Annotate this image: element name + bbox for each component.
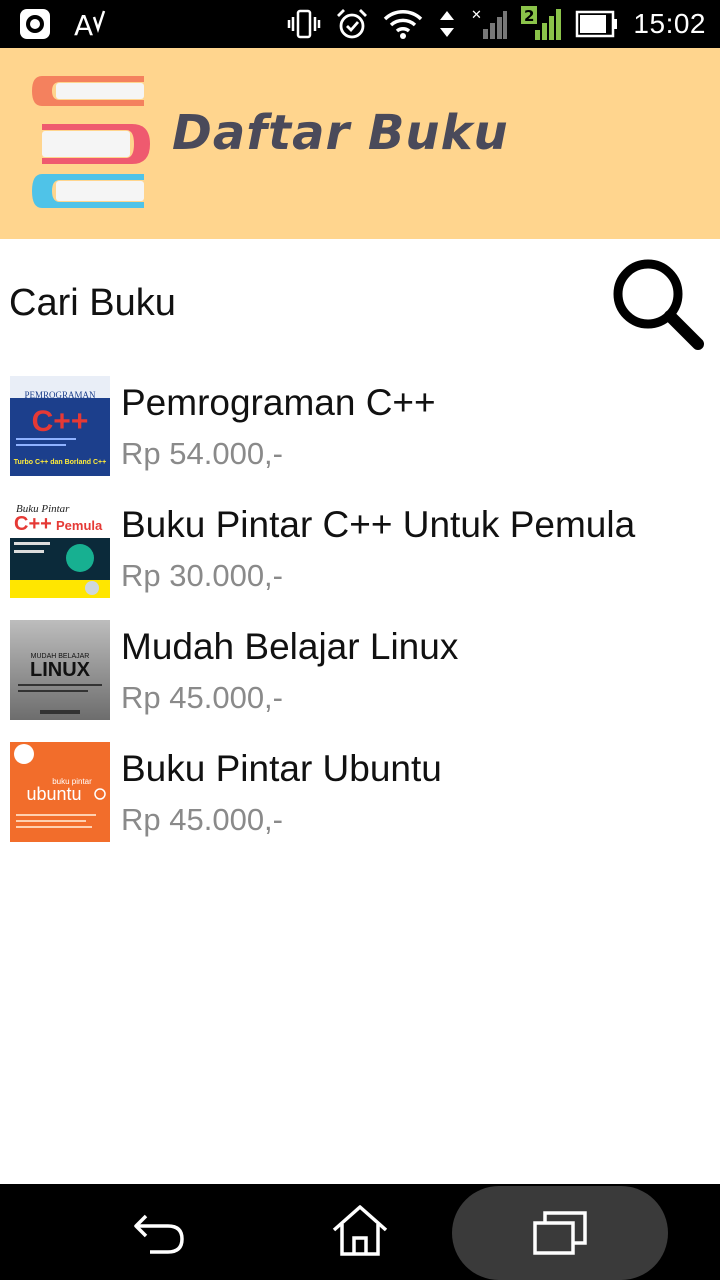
- signal-sim2-icon: 2: [521, 6, 562, 40]
- svg-text:C++: C++: [32, 405, 89, 438]
- svg-text:LINUX: LINUX: [30, 659, 91, 681]
- svg-text:Turbo C++ dan Borland C++: Turbo C++ dan Borland C++: [14, 459, 106, 466]
- svg-text:Pemula: Pemula: [56, 518, 103, 533]
- search-row[interactable]: Cari Buku: [0, 240, 720, 364]
- book-cover-image: MUDAH BELAJAR LINUX: [10, 620, 110, 720]
- book-cover-image: PEMROGRAMAN C++ Turbo C++ dan Borland C+…: [10, 376, 110, 476]
- wifi-icon: [384, 10, 423, 39]
- search-icon[interactable]: [610, 258, 706, 354]
- screen-record-icon: [20, 9, 50, 39]
- book-price: Rp 45.000,-: [121, 680, 283, 715]
- data-arrows-icon: [440, 11, 455, 37]
- alarm-icon: [337, 9, 368, 39]
- book-title: Buku Pintar Ubuntu: [121, 748, 442, 789]
- book-list-item[interactable]: buku pintar ubuntu Buku Pintar Ubuntu Rp…: [0, 730, 720, 852]
- book-title: Mudah Belajar Linux: [121, 626, 459, 667]
- book-list-item[interactable]: Buku Pintar C++ Pemula Buku Pintar C++ U…: [0, 486, 720, 608]
- svg-text:A: A: [74, 9, 93, 41]
- svg-text:2: 2: [524, 7, 534, 25]
- book-price: Rp 30.000,-: [121, 558, 283, 593]
- book-list-item[interactable]: MUDAH BELAJAR LINUX Mudah Belajar Linux …: [0, 608, 720, 730]
- svg-text:ubuntu: ubuntu: [26, 784, 81, 804]
- book-cover-image: buku pintar ubuntu: [10, 742, 110, 842]
- svg-text:PEMROGRAMAN: PEMROGRAMAN: [24, 390, 96, 400]
- text-spell-icon: A: [74, 9, 106, 41]
- book-title: Pemrograman C++: [121, 382, 436, 423]
- book-list-item[interactable]: PEMROGRAMAN C++ Turbo C++ dan Borland C+…: [0, 364, 720, 486]
- book-list: PEMROGRAMAN C++ Turbo C++ dan Borland C+…: [0, 364, 720, 852]
- svg-text:✕: ✕: [471, 8, 482, 23]
- status-time: 15:02: [633, 8, 706, 39]
- book-title: Buku Pintar C++ Untuk Pemula: [121, 504, 636, 545]
- search-label: Cari Buku: [9, 282, 176, 324]
- books-stack-logo-icon: [32, 76, 150, 208]
- signal-sim1-icon: ✕: [471, 8, 508, 39]
- battery-icon: [576, 10, 618, 38]
- book-price: Rp 45.000,-: [121, 802, 283, 837]
- recents-icon[interactable]: [532, 1210, 588, 1256]
- svg-text:C++: C++: [14, 513, 52, 535]
- book-cover-image: Buku Pintar C++ Pemula: [10, 498, 110, 598]
- app-title: Daftar Buku: [172, 105, 509, 161]
- vibrate-icon: [288, 9, 321, 39]
- status-bar: A ✕ 2 15:02: [0, 0, 720, 48]
- home-icon[interactable]: [332, 1204, 388, 1258]
- back-icon[interactable]: [132, 1206, 188, 1258]
- book-price: Rp 54.000,-: [121, 436, 283, 471]
